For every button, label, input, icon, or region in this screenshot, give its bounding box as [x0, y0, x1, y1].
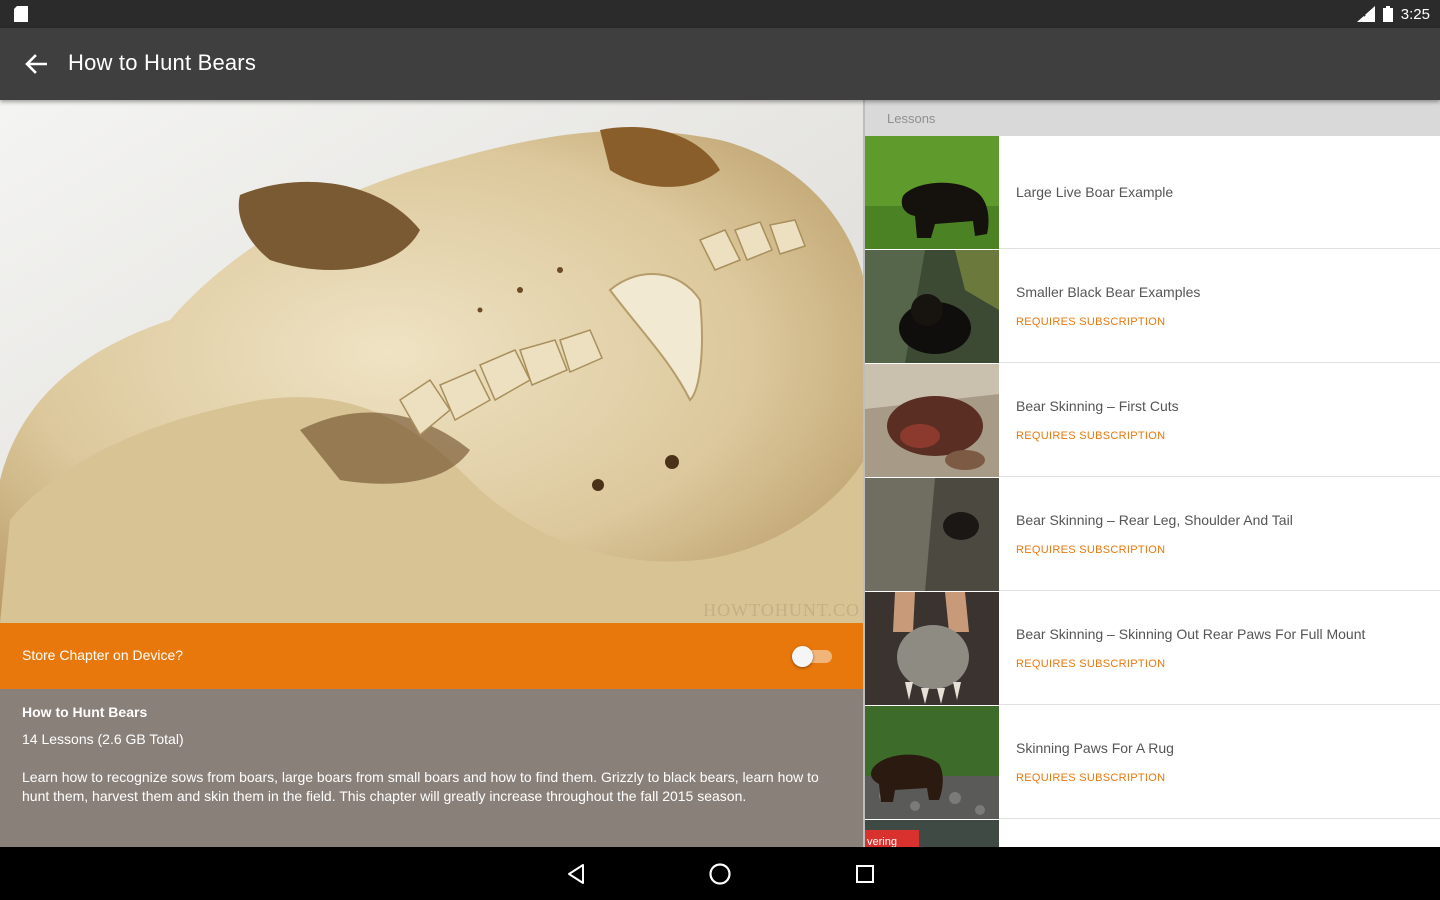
lesson-title: Bear Skinning – Rear Leg, Shoulder And T… — [1016, 512, 1293, 528]
lesson-item[interactable]: Bear Skinning – Skinning Out Rear Paws F… — [865, 592, 1440, 705]
chapter-info: How to Hunt Bears 14 Lessons (2.6 GB Tot… — [0, 689, 864, 847]
nav-back-icon — [568, 864, 584, 884]
lesson-item[interactable]: Bear Skinning – Rear Leg, Shoulder And T… — [865, 478, 1440, 591]
system-nav-bar — [0, 847, 1440, 900]
hero-watermark: HOWTOHUNT.CO — [703, 600, 860, 620]
lesson-list[interactable]: Large Live Boar Example Smaller Black Be… — [865, 136, 1440, 847]
lesson-item[interactable]: Skinning Paws For A Rug REQUIRES SUBSCRI… — [865, 706, 1440, 819]
bear-skull-image — [0, 100, 864, 623]
store-chapter-toggle[interactable] — [792, 646, 834, 667]
lesson-thumbnail: vering — [865, 820, 999, 847]
lesson-item[interactable]: Bear Skinning – First Cuts REQUIRES SUBS… — [865, 364, 1440, 477]
chapter-description: Learn how to recognize sows from boars, … — [22, 769, 819, 804]
sd-card-icon — [14, 6, 28, 22]
arrow-back-icon — [25, 54, 47, 74]
nav-recents-button[interactable] — [850, 859, 880, 889]
nav-back-button[interactable] — [561, 859, 591, 889]
lesson-thumbnail — [865, 478, 999, 591]
lesson-title: Bear Skinning – Skinning Out Rear Paws F… — [1016, 626, 1366, 642]
status-bar: 3:25 — [0, 0, 1440, 28]
lesson-title: Large Live Boar Example — [1016, 184, 1174, 200]
lesson-title: Smaller Black Bear Examples — [1016, 284, 1201, 300]
app-bar: How to Hunt Bears — [0, 28, 1440, 100]
subscription-label: REQUIRES SUBSCRIPTION — [1016, 772, 1166, 784]
nav-home-icon — [709, 863, 731, 885]
lesson-thumbnail — [865, 706, 999, 819]
back-button[interactable] — [18, 48, 54, 80]
lesson-thumbnail — [865, 592, 999, 705]
lesson-item[interactable]: vering — [865, 820, 1440, 847]
subscription-label: REQUIRES SUBSCRIPTION — [1016, 658, 1166, 670]
lesson-item[interactable]: Large Live Boar Example — [865, 136, 1440, 249]
chapter-meta: 14 Lessons (2.6 GB Total) — [22, 731, 184, 747]
lesson-thumbnail — [865, 250, 999, 363]
lessons-header-label: Lessons — [887, 111, 936, 126]
store-chapter-label: Store Chapter on Device? — [22, 647, 184, 663]
status-time: 3:25 — [1400, 5, 1430, 23]
battery-icon — [1382, 6, 1393, 22]
subscription-label: REQUIRES SUBSCRIPTION — [1016, 544, 1166, 556]
subscription-label: REQUIRES SUBSCRIPTION — [1016, 316, 1166, 328]
subscription-label: REQUIRES SUBSCRIPTION — [1016, 430, 1166, 442]
chapter-title: How to Hunt Bears — [22, 704, 148, 720]
page-title: How to Hunt Bears — [68, 50, 257, 75]
nav-home-button[interactable] — [705, 859, 735, 889]
lesson-title: Bear Skinning – First Cuts — [1016, 398, 1179, 414]
nav-recents-icon — [856, 865, 874, 883]
lessons-header: Lessons — [865, 100, 1440, 136]
lesson-title: Skinning Paws For A Rug — [1016, 740, 1174, 756]
lesson-thumbnail — [865, 364, 999, 477]
thumb-badge-text: vering — [867, 836, 897, 847]
lesson-thumbnail — [865, 136, 999, 249]
signal-icon — [1356, 6, 1375, 22]
toggle-thumb — [792, 646, 813, 667]
lesson-item[interactable]: Smaller Black Bear Examples REQUIRES SUB… — [865, 250, 1440, 363]
chapter-hero-image: HOWTOHUNT.CO — [0, 100, 864, 623]
store-chapter-bar: Store Chapter on Device? — [0, 623, 864, 689]
